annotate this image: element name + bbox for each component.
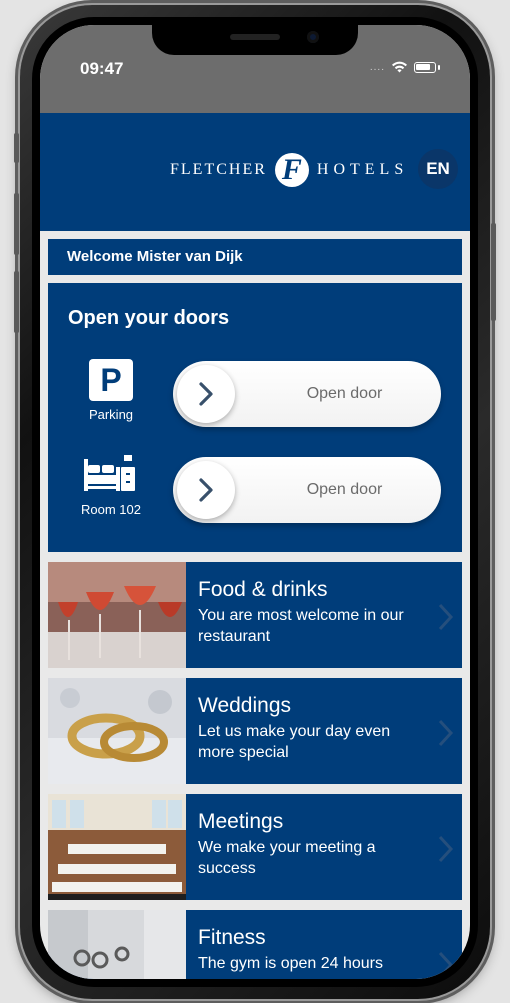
open-door-slider-room[interactable]: Open door xyxy=(173,457,441,523)
meeting-room-photo xyxy=(48,794,186,900)
gym-photo xyxy=(48,910,186,979)
door-icon-room: Room 102 xyxy=(70,455,152,517)
chevron-right-icon xyxy=(438,835,454,863)
card-weddings[interactable]: Weddings Let us make your day even more … xyxy=(48,678,462,784)
card-title: Weddings xyxy=(198,694,292,717)
door-row-room: Room 102 Open door xyxy=(48,455,462,535)
wedding-rings-photo xyxy=(48,678,186,784)
slider-handle[interactable] xyxy=(177,461,235,519)
chevron-right-icon xyxy=(438,719,454,747)
card-text: Weddings Let us make your day even more … xyxy=(198,694,422,763)
bed-icon xyxy=(84,455,135,491)
language-switch-button[interactable]: EN xyxy=(418,149,458,189)
door-icon-parking: P Parking xyxy=(70,359,152,422)
volume-up-button xyxy=(14,193,19,255)
phone-frame: 09:47 .... FLETCHER F HOTELS EN Welcome … xyxy=(14,5,496,999)
card-food-drinks[interactable]: Food & drinks You are most welcome in ou… xyxy=(48,562,462,668)
parking-icon: P xyxy=(89,359,133,401)
screen: 09:47 .... FLETCHER F HOTELS EN Welcome … xyxy=(40,25,470,979)
card-description: We make your meeting a success xyxy=(198,839,376,877)
card-title: Fitness xyxy=(198,926,266,949)
slider-label: Open door xyxy=(306,481,383,498)
volume-down-button xyxy=(14,271,19,333)
card-text: Meetings We make your meeting a success xyxy=(198,810,422,879)
card-text: Fitness The gym is open 24 hours xyxy=(198,926,422,974)
door-label: Room 102 xyxy=(81,502,141,517)
logo-word-fletcher: FLETCHER xyxy=(170,161,267,178)
card-title: Meetings xyxy=(198,810,284,833)
logo-word-hotels: HOTELS xyxy=(316,161,409,178)
card-text: Food & drinks You are most welcome in ou… xyxy=(198,578,422,647)
battery-icon xyxy=(414,61,436,73)
wine-glasses-photo xyxy=(48,562,186,668)
chevron-right-icon xyxy=(199,478,213,502)
card-description: The gym is open 24 hours xyxy=(198,955,383,972)
doors-panel: Open your doors P Parking Open door Room… xyxy=(48,283,462,552)
card-title: Food & drinks xyxy=(198,578,328,601)
slider-label: Open door xyxy=(306,385,383,402)
doors-title: Open your doors xyxy=(68,307,230,329)
card-description: Let us make your day even more special xyxy=(198,723,391,761)
mute-switch xyxy=(14,133,19,163)
chevron-right-icon xyxy=(199,382,213,406)
app-header: FLETCHER F HOTELS EN xyxy=(40,113,470,231)
chevron-right-icon xyxy=(438,603,454,631)
card-meetings[interactable]: Meetings We make your meeting a success xyxy=(48,794,462,900)
battery-cap xyxy=(438,64,440,70)
logo-mark-icon: F xyxy=(274,153,309,187)
card-fitness[interactable]: Fitness The gym is open 24 hours xyxy=(48,910,462,979)
welcome-banner: Welcome Mister van Dijk xyxy=(48,239,462,275)
speaker xyxy=(230,34,280,40)
status-icons: .... xyxy=(370,61,440,73)
door-row-parking: P Parking Open door xyxy=(48,359,462,439)
hotel-logo: FLETCHER F HOTELS xyxy=(170,153,408,187)
card-description: You are most welcome in our restaurant xyxy=(198,607,404,645)
notch xyxy=(152,25,358,55)
signal-icon: .... xyxy=(369,61,385,73)
power-button xyxy=(491,223,496,321)
open-door-slider-parking[interactable]: Open door xyxy=(173,361,441,427)
slider-handle[interactable] xyxy=(177,365,235,423)
chevron-right-icon xyxy=(438,951,454,979)
wifi-icon xyxy=(392,61,407,73)
status-time: 09:47 xyxy=(80,59,124,78)
door-label: Parking xyxy=(88,407,134,422)
front-camera xyxy=(307,31,319,43)
